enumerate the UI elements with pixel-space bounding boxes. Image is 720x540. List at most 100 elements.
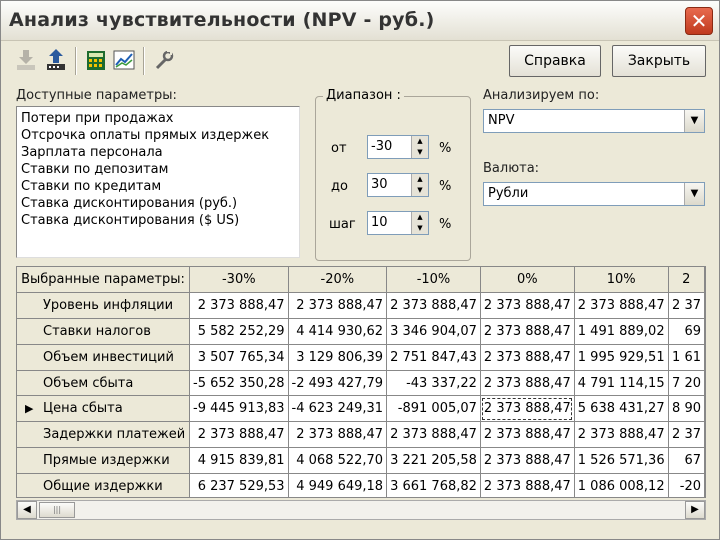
table-cell[interactable]: 2 373 888,47 xyxy=(480,447,575,474)
table-cell[interactable]: 2 373 888,47 xyxy=(480,421,575,449)
row-header[interactable]: Объем инвестиций xyxy=(17,344,191,371)
table-cell[interactable]: 2 373 888,47 xyxy=(480,395,575,423)
table-cell[interactable]: 1 526 571,36 xyxy=(574,447,669,474)
import-icon[interactable] xyxy=(13,47,39,73)
table-cell[interactable]: 2 373 888,47 xyxy=(480,473,575,497)
table-cell[interactable]: 3 507 765,34 xyxy=(189,344,289,371)
from-value[interactable]: -30 xyxy=(371,139,392,154)
table-cell[interactable]: 4 068 522,70 xyxy=(288,447,388,474)
table-cell[interactable]: 2 373 888,47 xyxy=(480,370,575,397)
list-item[interactable]: Ставка дисконтирования ($ US) xyxy=(21,212,295,229)
table-cell[interactable]: 2 373 888,47 xyxy=(480,344,575,371)
results-grid[interactable]: Выбранные параметры: -30% -20% -10% 0% 1… xyxy=(16,266,706,498)
table-cell[interactable]: -5 652 350,28 xyxy=(189,370,289,397)
stepper-arrows-icon[interactable]: ▲ ▼ xyxy=(411,212,428,234)
table-cell[interactable]: 4 949 649,18 xyxy=(288,473,388,497)
table-row[interactable]: Уровень инфляции 2 373 888,47 2 373 888,47… xyxy=(17,292,705,320)
table-cell[interactable]: 6 237 529,53 xyxy=(189,473,289,497)
chevron-down-icon[interactable]: ▼ xyxy=(684,183,704,205)
list-item[interactable]: Ставки по кредитам xyxy=(21,178,295,195)
row-header[interactable]: Уровень инфляции xyxy=(17,292,191,320)
horizontal-scrollbar[interactable]: ◀ ||| ▶ xyxy=(16,500,706,520)
table-cell[interactable]: 2 373 888,47 xyxy=(288,421,388,449)
list-item[interactable]: Ставки по депозитам xyxy=(21,161,295,178)
row-header[interactable]: Общие издержки xyxy=(17,473,191,497)
table-cell[interactable]: 1 995 929,51 xyxy=(574,344,669,371)
table-cell[interactable]: 7 20 xyxy=(668,370,705,397)
table-cell[interactable]: 2 373 888,47 xyxy=(386,421,481,449)
row-header[interactable]: Объем сбыта xyxy=(17,370,191,397)
table-cell[interactable]: 2 373 888,47 xyxy=(189,421,289,449)
table-cell[interactable]: 5 638 431,27 xyxy=(574,395,669,423)
help-button[interactable]: Справка xyxy=(509,45,601,77)
to-stepper[interactable]: 30 ▲ ▼ xyxy=(367,173,429,197)
step-stepper[interactable]: 10 ▲ ▼ xyxy=(367,211,429,235)
table-cell[interactable]: 4 414 930,62 xyxy=(288,318,388,345)
table-cell[interactable]: 2 373 888,47 xyxy=(189,292,289,320)
table-row[interactable]: Объем сбыта -5 652 350,28 -2 493 427,79 -43… xyxy=(17,370,705,397)
list-item[interactable]: Отсрочка оплаты прямых издержек xyxy=(21,127,295,144)
export-icon[interactable] xyxy=(43,47,69,73)
stepper-arrows-icon[interactable]: ▲ ▼ xyxy=(411,174,428,196)
stepper-arrows-icon[interactable]: ▲ ▼ xyxy=(411,136,428,158)
from-stepper[interactable]: -30 ▲ ▼ xyxy=(367,135,429,159)
table-cell[interactable]: -4 623 249,31 xyxy=(288,395,388,423)
table-cell[interactable]: 2 373 888,47 xyxy=(480,292,575,320)
row-header[interactable]: Ставки налогов xyxy=(17,318,191,345)
table-cell[interactable]: 1 491 889,02 xyxy=(574,318,669,345)
scroll-thumb[interactable]: ||| xyxy=(39,502,75,518)
table-cell[interactable]: 3 221 205,58 xyxy=(386,447,481,474)
table-row[interactable]: Объем инвестиций 3 507 765,34 3 129 806,39… xyxy=(17,344,705,371)
table-cell[interactable]: 3 129 806,39 xyxy=(288,344,388,371)
column-header[interactable]: -30% xyxy=(189,267,289,294)
table-cell[interactable]: 2 373 888,47 xyxy=(574,292,669,320)
step-value[interactable]: 10 xyxy=(371,215,388,230)
list-item[interactable]: Ставка дисконтирования (руб.) xyxy=(21,195,295,212)
table-cell[interactable]: 67 xyxy=(668,447,705,474)
table-cell[interactable]: 8 90 xyxy=(668,395,705,423)
calculator-icon[interactable] xyxy=(83,47,109,73)
table-cell[interactable]: 5 582 252,29 xyxy=(189,318,289,345)
chart-icon[interactable] xyxy=(111,47,137,73)
row-header[interactable]: Задержки платежей xyxy=(17,421,191,449)
table-cell[interactable]: 2 373 888,47 xyxy=(288,292,388,320)
close-icon[interactable]: ✕ xyxy=(685,7,713,35)
table-row[interactable]: Прямые издержки 4 915 839,81 4 068 522,70 3… xyxy=(17,447,705,474)
table-cell[interactable]: 69 xyxy=(668,318,705,345)
table-cell[interactable]: 2 37 xyxy=(668,421,705,449)
table-cell[interactable]: 2 37 xyxy=(668,292,705,320)
scroll-left-icon[interactable]: ◀ xyxy=(17,501,37,519)
column-header[interactable]: 10% xyxy=(574,267,669,294)
table-cell[interactable]: -20 xyxy=(668,473,705,497)
to-value[interactable]: 30 xyxy=(371,177,388,192)
table-cell[interactable]: 4 791 114,15 xyxy=(574,370,669,397)
chevron-down-icon[interactable]: ▼ xyxy=(684,110,704,132)
table-cell[interactable]: 2 373 888,47 xyxy=(574,421,669,449)
table-cell[interactable]: 4 915 839,81 xyxy=(189,447,289,474)
column-header[interactable]: -10% xyxy=(386,267,481,294)
table-cell[interactable]: 2 751 847,43 xyxy=(386,344,481,371)
list-item[interactable]: Потери при продажах xyxy=(21,110,295,127)
available-params-list[interactable]: Потери при продажах Отсрочка оплаты прям… xyxy=(16,106,300,258)
column-header[interactable]: 0% xyxy=(480,267,575,294)
table-row[interactable]: Общие издержки 6 237 529,53 4 949 649,18 3 … xyxy=(17,473,705,497)
row-header[interactable]: ▶ Цена сбыта xyxy=(17,395,191,423)
table-cell[interactable]: 3 661 768,82 xyxy=(386,473,481,497)
table-cell[interactable]: -43 337,22 xyxy=(386,370,481,397)
table-cell[interactable]: 3 346 904,07 xyxy=(386,318,481,345)
analyze-select[interactable]: NPV ▼ xyxy=(483,109,705,133)
table-row[interactable]: Задержки платежей 2 373 888,47 2 373 888,4… xyxy=(17,421,705,449)
currency-select[interactable]: Рубли ▼ xyxy=(483,182,705,206)
column-header[interactable]: 2 xyxy=(668,267,705,294)
table-row[interactable]: ▶ Цена сбыта -9 445 913,83 -4 623 249,31 -89… xyxy=(17,395,705,423)
table-cell[interactable]: 1 61 xyxy=(668,344,705,371)
row-header[interactable]: Прямые издержки xyxy=(17,447,191,474)
table-cell[interactable]: -9 445 913,83 xyxy=(189,395,289,423)
column-header[interactable]: -20% xyxy=(288,267,388,294)
table-cell[interactable]: -891 005,07 xyxy=(386,395,481,423)
table-cell[interactable]: -2 493 427,79 xyxy=(288,370,388,397)
close-button[interactable]: Закрыть xyxy=(612,45,706,77)
tools-icon[interactable] xyxy=(151,47,177,73)
table-row[interactable]: Ставки налогов 5 582 252,29 4 414 930,62 3 … xyxy=(17,318,705,345)
table-cell[interactable]: 2 373 888,47 xyxy=(480,318,575,345)
